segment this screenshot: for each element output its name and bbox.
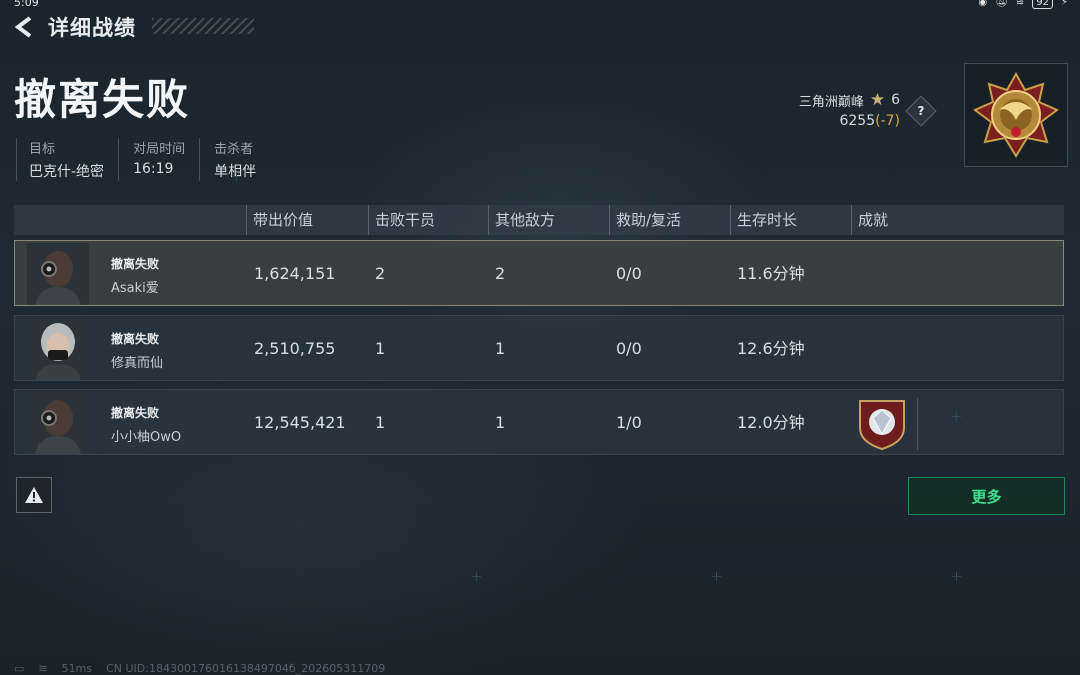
- crosshair-decoration: [952, 572, 961, 581]
- header-hatch-decoration: [152, 18, 254, 34]
- uid-text: CN UID:18430017601613849704б_20260531170…: [106, 661, 386, 675]
- operator-avatar-icon: [27, 318, 89, 380]
- cell-value: 1,624,151: [254, 264, 336, 283]
- system-icons: ◉ 🔕︎ ≋ 92 ⚡: [978, 0, 1068, 9]
- crosshair-decoration: [472, 572, 481, 581]
- col-header-assist: 救助/复活: [609, 205, 681, 235]
- cell-survival: 12.0分钟: [737, 413, 805, 432]
- player-name: 修真而仙: [111, 356, 164, 371]
- col-header-other-enemies: 其他敌方: [488, 205, 555, 235]
- cell-assist: 1/0: [616, 413, 642, 432]
- col-header-achievement: 成就: [851, 205, 888, 235]
- mute-icon: 🔕︎: [995, 0, 1008, 8]
- table-row[interactable]: 撤离失败 修真而仙 2,510,755 1 1 0/0 12.6分钟: [14, 315, 1064, 381]
- cell-kills: 1: [375, 413, 386, 432]
- meta-label: 对局时间: [133, 142, 186, 157]
- crosshair-decoration: [232, 172, 241, 181]
- star-icon: ★: [869, 90, 886, 110]
- top-bar: 详细战绩: [12, 12, 136, 42]
- col-header-survival: 生存时长: [730, 205, 797, 235]
- rank-info: 三角洲巅峰 ★ 6 6255(-7): [799, 90, 900, 129]
- meta-label: 目标: [29, 142, 56, 157]
- wifi-icon: ≋: [1015, 0, 1025, 8]
- charging-icon: ⚡: [1060, 0, 1068, 8]
- operator-avatar-icon: [27, 243, 89, 305]
- back-arrow-icon: [14, 16, 32, 38]
- avatar: [27, 243, 89, 305]
- table-row[interactable]: 撤离失败 Asaki爱 1,624,151 2 2 0/0 11.6分钟: [14, 240, 1064, 306]
- cell-value: 2,510,755: [254, 339, 336, 358]
- table-row[interactable]: 撤离失败 小小柚OwO 12,545,421 1 1 1/0 12.0分钟: [14, 389, 1064, 455]
- cell-kills: 1: [375, 339, 386, 358]
- meta-label: 击杀者: [214, 142, 254, 157]
- help-button[interactable]: ?: [905, 95, 937, 127]
- cell-kills: 2: [375, 264, 386, 283]
- cell-value: 12,545,421: [254, 413, 346, 432]
- rank-score: 6255: [839, 113, 876, 129]
- rank-emblem-icon: [973, 71, 1059, 158]
- player-name: Asaki爱: [111, 281, 159, 296]
- status-time: 5:09: [14, 0, 39, 9]
- report-button[interactable]: [16, 477, 52, 513]
- match-result: 撤离失败: [14, 75, 191, 124]
- location-icon: ◉: [978, 0, 988, 8]
- avatar: [27, 318, 89, 380]
- battery-small-icon: ▭: [14, 661, 25, 675]
- meta-value: 16:19: [133, 161, 174, 177]
- more-button[interactable]: 更多: [908, 477, 1065, 515]
- cell-survival: 11.6分钟: [737, 264, 805, 283]
- rank-emblem[interactable]: [964, 63, 1068, 167]
- col-header-value: 带出价值: [246, 205, 313, 235]
- footer: ▭ ≋ 51ms CN UID:18430017601613849704б_20…: [14, 661, 385, 675]
- cell-others: 2: [495, 264, 506, 283]
- player-status: 撤离失败: [111, 406, 160, 420]
- page-title: 详细战绩: [48, 16, 136, 40]
- player-name: 小小柚OwO: [111, 430, 182, 445]
- ping-value: 51ms: [61, 661, 93, 675]
- cell-others: 1: [495, 413, 506, 432]
- battery-icon: 92: [1032, 0, 1053, 9]
- achievement-badge[interactable]: [857, 398, 907, 451]
- table-header: 带出价值 击败干员 其他敌方 救助/复活 生存时长 成就: [14, 205, 1064, 235]
- player-status: 撤离失败: [111, 332, 160, 346]
- column-divider: [917, 398, 918, 450]
- warning-icon: [25, 487, 43, 503]
- signal-icon: ≋: [38, 661, 48, 675]
- meta-value: 巴克什-绝密: [29, 164, 105, 180]
- col-header-kills: 击败干员: [368, 205, 435, 235]
- help-icon: ?: [917, 104, 925, 118]
- rank-name: 三角洲巅峰: [798, 94, 864, 110]
- operator-avatar-icon: [27, 392, 89, 454]
- status-bar: 5:09 ◉ 🔕︎ ≋ 92 ⚡: [0, 0, 1080, 10]
- rank-stars: 6: [891, 92, 900, 108]
- cell-survival: 12.6分钟: [737, 339, 805, 358]
- cell-assist: 0/0: [616, 339, 642, 358]
- meta-target: 目标 巴克什-绝密: [16, 138, 118, 181]
- crosshair-decoration: [952, 412, 961, 421]
- rank-delta: (-7): [875, 113, 900, 129]
- avatar: [27, 392, 89, 454]
- meta-duration: 对局时间 16:19: [118, 138, 199, 181]
- cell-assist: 0/0: [616, 264, 642, 283]
- cell-others: 1: [495, 339, 506, 358]
- crosshair-decoration: [712, 572, 721, 581]
- player-status: 撤离失败: [111, 257, 160, 271]
- battery-level: 92: [1036, 0, 1049, 8]
- diamond-badge-icon: [859, 400, 905, 451]
- back-button[interactable]: [12, 13, 38, 41]
